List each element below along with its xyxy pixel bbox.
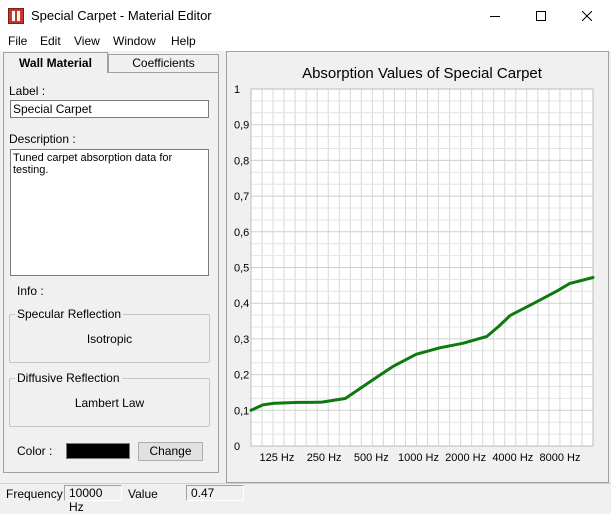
minimize-icon xyxy=(490,15,500,17)
x-tick-label: 4000 Hz xyxy=(492,452,533,464)
frequency-readout: 10000 Hz xyxy=(64,485,122,514)
menu-file[interactable]: File xyxy=(8,34,27,48)
window-title: Special Carpet - Material Editor xyxy=(31,8,212,23)
value-readout: 0.47 xyxy=(186,485,244,501)
y-tick-label: 0,5 xyxy=(234,263,249,275)
value-label: Value xyxy=(128,487,158,501)
menu-view[interactable]: View xyxy=(74,34,100,48)
x-tick-label: 1000 Hz xyxy=(398,452,439,464)
specular-reflection-title: Specular Reflection xyxy=(15,307,124,321)
maximize-icon xyxy=(536,10,546,21)
frequency-label: Frequency xyxy=(6,487,63,501)
info-caption: Info : xyxy=(17,284,44,298)
y-tick-label: 0,4 xyxy=(234,298,249,310)
diffusive-reflection-value: Lambert Law xyxy=(74,396,145,410)
y-tick-label: 0,7 xyxy=(234,191,249,203)
y-tick-label: 1 xyxy=(234,84,240,96)
y-tick-label: 0,3 xyxy=(234,334,249,346)
menu-window[interactable]: Window xyxy=(113,34,156,48)
x-tick-label: 2000 Hz xyxy=(445,452,486,464)
change-color-button[interactable]: Change xyxy=(138,442,203,461)
absorption-chart-panel: Absorption Values of Special Carpet 0 0,1… xyxy=(226,51,609,483)
x-tick-label: 125 Hz xyxy=(260,452,295,464)
close-icon xyxy=(582,10,592,21)
y-tick-label: 0,6 xyxy=(234,227,249,239)
minimize-button[interactable] xyxy=(472,0,518,31)
y-tick-label: 0,2 xyxy=(234,370,249,382)
label-input[interactable]: Special Carpet xyxy=(10,100,209,118)
close-button[interactable] xyxy=(564,0,610,31)
title-bar: Special Carpet - Material Editor xyxy=(0,0,611,31)
specular-reflection-value: Isotropic xyxy=(86,332,133,346)
y-tick-label: 0,1 xyxy=(234,405,249,417)
y-tick-label: 0,9 xyxy=(234,120,249,132)
description-textarea[interactable]: Tuned carpet absorption data for testing… xyxy=(10,149,209,276)
color-caption: Color : xyxy=(17,444,53,458)
chart-title: Absorption Values of Special Carpet xyxy=(302,65,543,82)
tab-wall-material[interactable]: Wall Material xyxy=(3,52,108,73)
y-tick-label: 0 xyxy=(234,441,240,453)
description-caption: Description : xyxy=(9,132,76,146)
menu-bar: File Edit View Window Help xyxy=(0,31,611,51)
label-caption: Label : xyxy=(9,84,46,98)
app-logo-icon xyxy=(8,8,24,24)
tab-coefficients[interactable]: Coefficients xyxy=(108,54,219,73)
status-bar: Frequency 10000 Hz Value 0.47 xyxy=(0,483,611,514)
y-tick-label: 0,8 xyxy=(234,155,249,167)
menu-edit[interactable]: Edit xyxy=(40,34,61,48)
x-tick-label: 8000 Hz xyxy=(539,452,580,464)
maximize-button[interactable] xyxy=(518,0,564,31)
absorption-chart: Absorption Values of Special Carpet 0 0,1… xyxy=(234,65,595,464)
menu-help[interactable]: Help xyxy=(171,34,196,48)
diffusive-reflection-title: Diffusive Reflection xyxy=(15,371,122,385)
x-tick-label: 250 Hz xyxy=(307,452,342,464)
wall-material-page: Label : Special Carpet Description : Tun… xyxy=(3,72,219,473)
color-swatch xyxy=(66,443,130,459)
x-tick-label: 500 Hz xyxy=(354,452,389,464)
